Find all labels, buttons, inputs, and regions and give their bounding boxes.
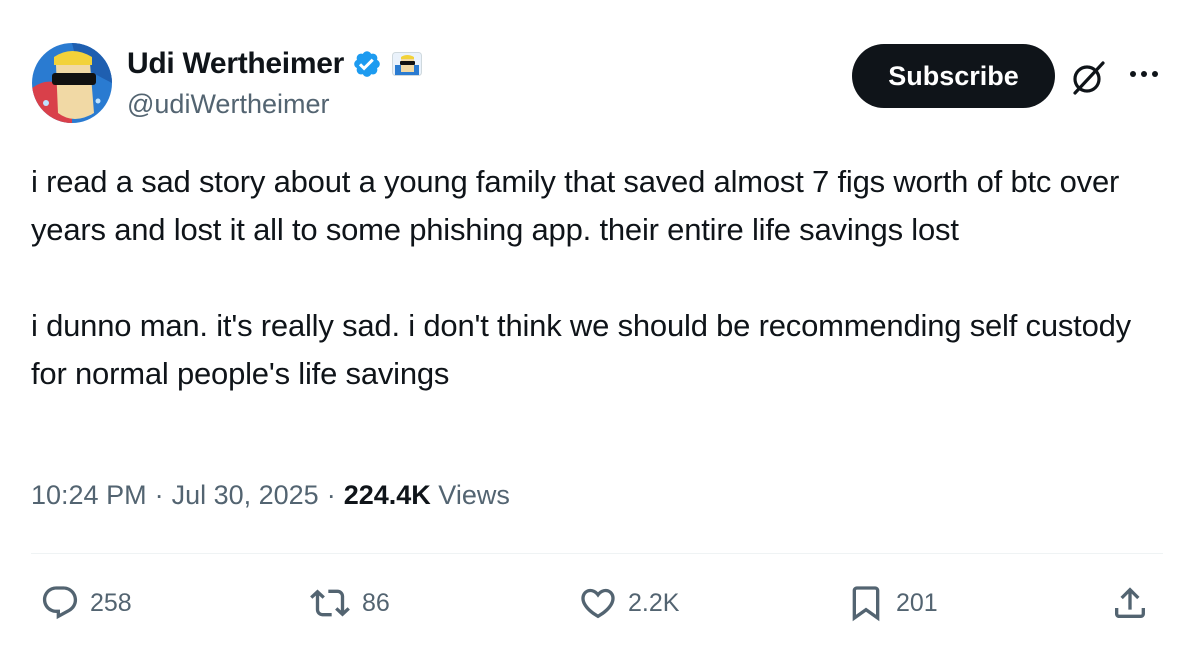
views-label: Views <box>438 480 510 510</box>
views-count: 224.4K <box>343 480 431 510</box>
like-count: 2.2K <box>628 588 680 617</box>
verified-badge-icon[interactable] <box>352 49 382 79</box>
avatar[interactable] <box>32 43 112 123</box>
divider <box>31 553 1163 554</box>
share-button[interactable] <box>1110 583 1150 623</box>
author-display-name[interactable]: Udi Wertheimer <box>127 47 344 81</box>
repost-icon <box>308 583 352 623</box>
more-options-icon[interactable] <box>1122 62 1166 86</box>
tweet-meta: 10:24 PM · Jul 30, 2025 · 224.4K Views <box>31 480 510 511</box>
author-handle[interactable]: @udiWertheimer <box>127 89 329 120</box>
subscribe-button[interactable]: Subscribe <box>852 44 1055 108</box>
tweet-paragraph: i read a sad story about a young family … <box>31 164 1120 247</box>
tweet-paragraph: i dunno man. it's really sad. i don't th… <box>31 308 1131 391</box>
like-button[interactable]: 2.2K <box>578 583 679 623</box>
repost-button[interactable]: 86 <box>308 583 390 623</box>
repost-count: 86 <box>362 588 390 617</box>
meta-separator: · <box>326 480 336 510</box>
views-group[interactable]: 224.4K Views <box>344 480 510 511</box>
grok-icon[interactable] <box>1070 58 1108 96</box>
reply-count: 258 <box>90 588 132 617</box>
bookmark-icon <box>846 583 886 623</box>
bookmark-button[interactable]: 201 <box>846 583 938 623</box>
meta-separator: · <box>154 480 164 510</box>
reply-icon <box>40 583 80 623</box>
action-bar: 258 86 2.2K 201 <box>0 580 1196 630</box>
tweet-time[interactable]: 10:24 PM <box>31 480 147 511</box>
sunglasses-avatar-badge-icon[interactable] <box>391 52 422 76</box>
bookmark-count: 201 <box>896 588 938 617</box>
tweet-date[interactable]: Jul 30, 2025 <box>172 480 319 511</box>
heart-icon <box>578 583 618 623</box>
author-name-row: Udi Wertheimer <box>127 44 422 84</box>
tweet-text: i read a sad story about a young family … <box>31 158 1171 398</box>
share-icon <box>1110 583 1150 623</box>
reply-button[interactable]: 258 <box>40 583 132 623</box>
